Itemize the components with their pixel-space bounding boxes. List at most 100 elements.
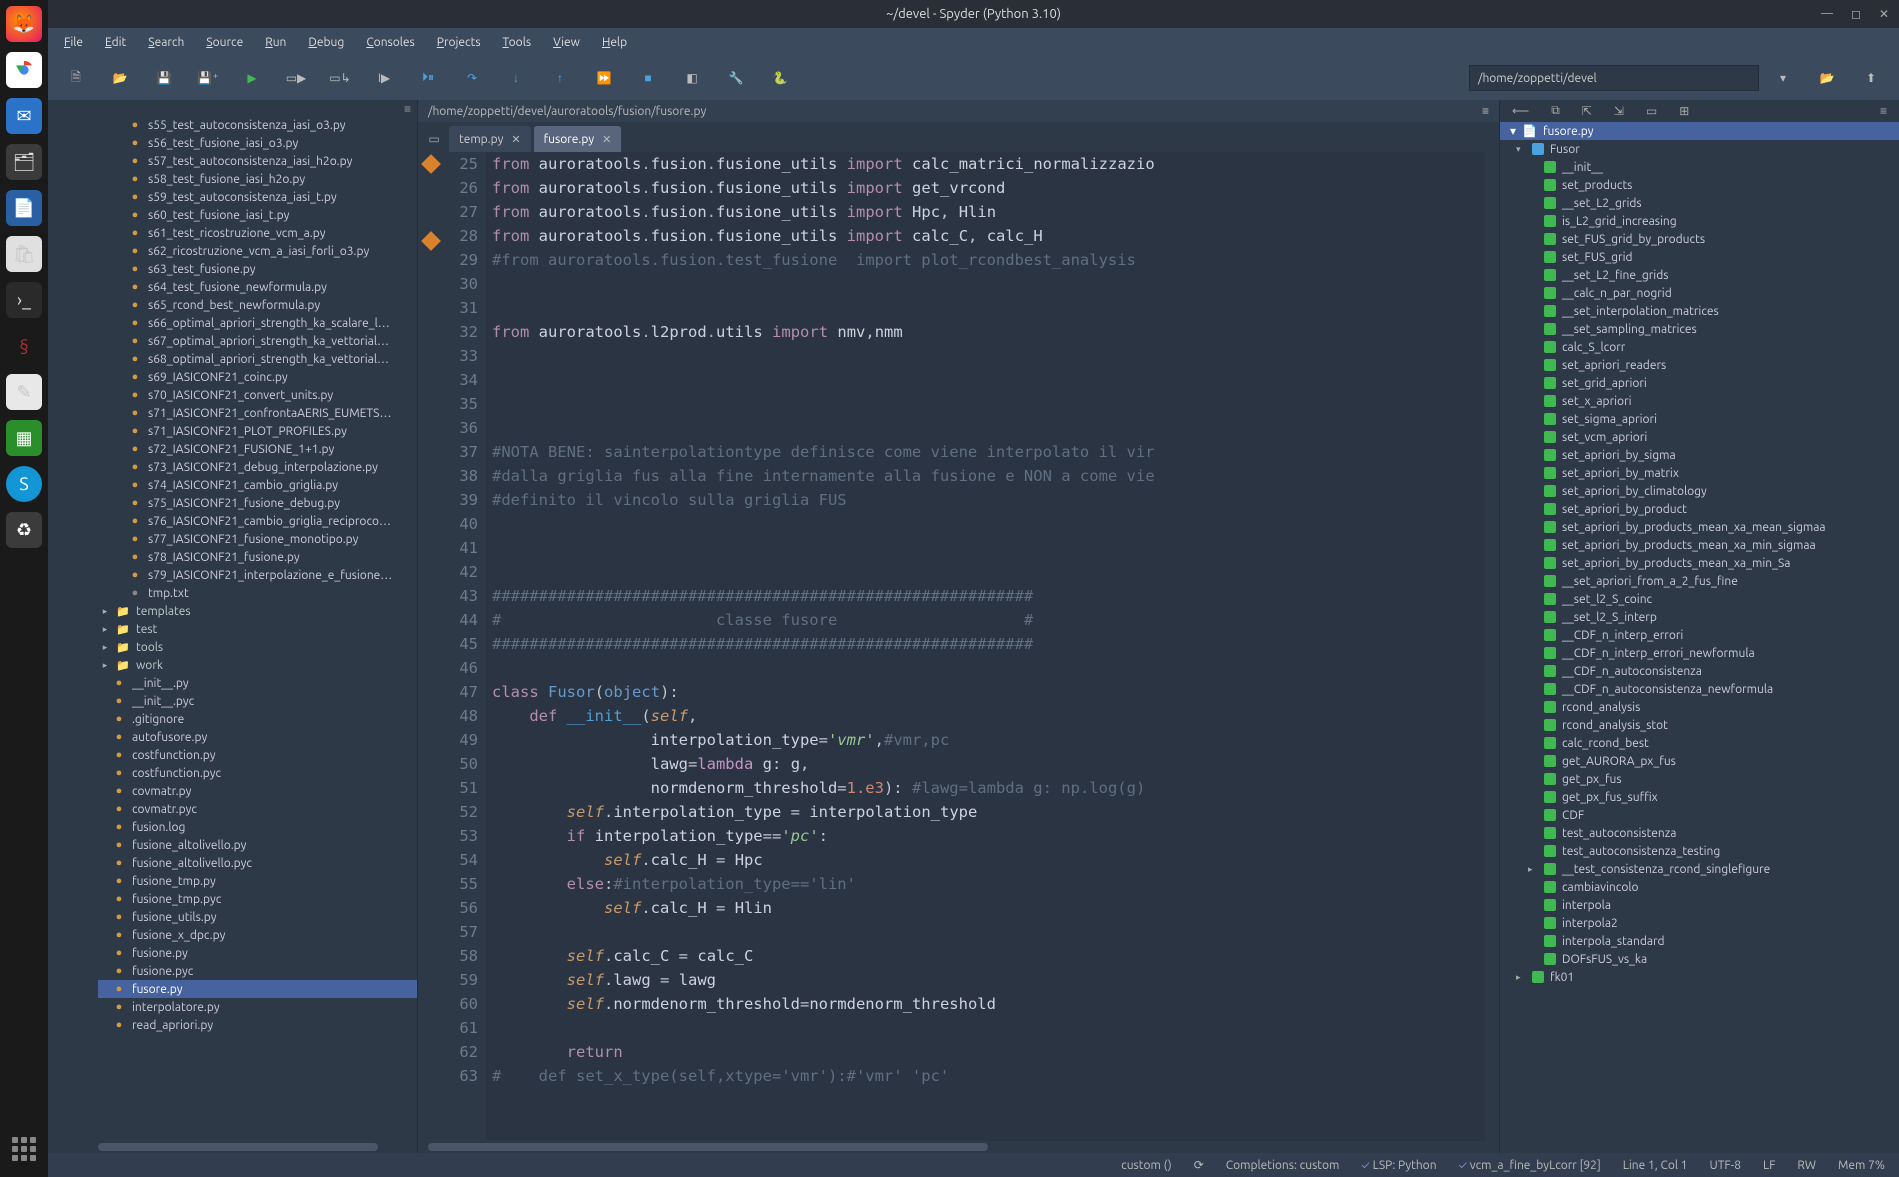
outline-method[interactable]: calc_rcond_best	[1500, 734, 1899, 752]
dock-firefox-icon[interactable]: 🦊	[6, 6, 42, 42]
outline-method[interactable]: set_sigma_apriori	[1500, 410, 1899, 428]
tree-file[interactable]: ●s77_IASICONF21_fusione_monotipo.py	[98, 530, 417, 548]
menu-projects[interactable]: Projects	[427, 32, 491, 53]
tree-file[interactable]: ●fusore.py	[98, 980, 417, 998]
tree-file[interactable]: ●covmatr.py	[98, 782, 417, 800]
window-close-icon[interactable]: ✕	[1879, 7, 1889, 21]
outline-method[interactable]: cambiavincolo	[1500, 878, 1899, 896]
menu-debug[interactable]: Debug	[298, 32, 354, 53]
run-cell-advance-icon[interactable]: ▭↳	[320, 62, 360, 94]
outline-class[interactable]: ▾Fusor	[1500, 140, 1899, 158]
tree-file[interactable]: ●s75_IASICONF21_fusione_debug.py	[98, 494, 417, 512]
dock-apps-grid-icon[interactable]	[6, 1131, 42, 1167]
file-tree-hscroll[interactable]	[48, 1141, 417, 1153]
tab-browse-icon[interactable]: ▭	[422, 126, 446, 152]
outline-method[interactable]: CDF	[1500, 806, 1899, 824]
cwd-dropdown-icon[interactable]: ▾	[1763, 62, 1803, 94]
file-tree[interactable]: ●s55_test_autoconsistenza_iasi_o3.py●s56…	[48, 116, 417, 1141]
outline-add-icon[interactable]: ⊞	[1679, 104, 1689, 118]
tree-file[interactable]: ●s67_optimal_apriori_strength_ka_vettori…	[98, 332, 417, 350]
status-custom[interactable]: custom ()	[1121, 1159, 1172, 1172]
tree-folder[interactable]: ▸📁tools	[98, 638, 417, 656]
tree-file[interactable]: ●__init__.pyc	[98, 692, 417, 710]
dock-trash-icon[interactable]: ♻	[6, 512, 42, 548]
tree-file[interactable]: ●s68_optimal_apriori_strength_ka_vettori…	[98, 350, 417, 368]
window-minimize-icon[interactable]: —	[1821, 7, 1833, 21]
outline-method[interactable]: __CDF_n_interp_errori	[1500, 626, 1899, 644]
outline-method[interactable]: set_apriori_by_sigma	[1500, 446, 1899, 464]
menu-source[interactable]: Source	[196, 32, 253, 53]
dock-thunderbird-icon[interactable]: ✉	[6, 98, 42, 134]
menu-tools[interactable]: Tools	[493, 32, 542, 53]
dock-chrome-icon[interactable]	[6, 52, 42, 88]
tree-file[interactable]: ●s64_test_fusione_newformula.py	[98, 278, 417, 296]
tree-file[interactable]: ●fusione_utils.py	[98, 908, 417, 926]
outline-method[interactable]: interpola	[1500, 896, 1899, 914]
browse-cwd-icon[interactable]: 📂	[1807, 62, 1847, 94]
tree-file[interactable]: ●costfunction.py	[98, 746, 417, 764]
outline-method[interactable]: set_FUS_grid	[1500, 248, 1899, 266]
outline-method[interactable]: __set_apriori_from_a_2_fus_fine	[1500, 572, 1899, 590]
tree-file[interactable]: ●interpolatore.py	[98, 998, 417, 1016]
menu-consoles[interactable]: Consoles	[356, 32, 424, 53]
tab-close-icon[interactable]: ✕	[511, 133, 520, 146]
save-all-icon[interactable]: 💾⁺	[188, 62, 228, 94]
pane-menu-icon[interactable]: ≡	[1482, 104, 1489, 118]
menu-search[interactable]: Search	[138, 32, 194, 53]
step-out-icon[interactable]: ↑	[540, 62, 580, 94]
outline-method[interactable]: __set_L2_grids	[1500, 194, 1899, 212]
run-icon[interactable]: ▶	[232, 62, 272, 94]
status-kernel[interactable]: vcm_a_fine_byLcorr [92]	[1470, 1159, 1601, 1172]
outline-method[interactable]: set_vcm_apriori	[1500, 428, 1899, 446]
menu-help[interactable]: Help	[592, 32, 637, 53]
status-encoding[interactable]: UTF-8	[1710, 1159, 1741, 1172]
outline-method[interactable]: __CDF_n_autoconsistenza_newformula	[1500, 680, 1899, 698]
tree-file[interactable]: ●fusione_tmp.py	[98, 872, 417, 890]
outline-method[interactable]: __CDF_n_interp_errori_newformula	[1500, 644, 1899, 662]
outline-method[interactable]: ▸__test_consistenza_rcond_singlefigure	[1500, 860, 1899, 878]
tree-folder[interactable]: ▸📁test	[98, 620, 417, 638]
tree-file[interactable]: ●__init__.py	[98, 674, 417, 692]
python-path-icon[interactable]: 🐍	[760, 62, 800, 94]
outline-method[interactable]: __set_interpolation_matrices	[1500, 302, 1899, 320]
tree-file[interactable]: ●s57_test_autoconsistenza_iasi_h2o.py	[98, 152, 417, 170]
status-completions[interactable]: Completions: custom	[1226, 1159, 1340, 1172]
parent-dir-icon[interactable]: ⬆	[1851, 62, 1891, 94]
tree-folder[interactable]: ▸📁templates	[98, 602, 417, 620]
outline-method[interactable]: __set_sampling_matrices	[1500, 320, 1899, 338]
continue-icon[interactable]: ⏩	[584, 62, 624, 94]
tree-file[interactable]: ●fusione_x_dpc.py	[98, 926, 417, 944]
tree-file[interactable]: ●fusione_tmp.pyc	[98, 890, 417, 908]
outline-function[interactable]: ▸fk01	[1500, 968, 1899, 986]
status-sync-icon[interactable]: ⟳	[1194, 1158, 1204, 1172]
menu-run[interactable]: Run	[255, 32, 296, 53]
outline-method[interactable]: __set_l2_S_coinc	[1500, 590, 1899, 608]
tree-file[interactable]: ●s59_test_autoconsistenza_iasi_t.py	[98, 188, 417, 206]
tree-file[interactable]: ●s71_IASICONF21_confrontaAERIS_EUMETS…	[98, 404, 417, 422]
editor-tab[interactable]: temp.py✕	[449, 126, 531, 152]
tree-file[interactable]: ●.gitignore	[98, 710, 417, 728]
tree-file[interactable]: ●fusione_altolivello.py	[98, 836, 417, 854]
tree-file[interactable]: ●s66_optimal_apriori_strength_ka_scalare…	[98, 314, 417, 332]
dock-terminal-icon[interactable]: ›_	[6, 282, 42, 318]
pane-menu-icon[interactable]: ≡	[1880, 104, 1887, 118]
code-minimap[interactable]	[1485, 152, 1499, 1141]
step-over-icon[interactable]: ↷	[452, 62, 492, 94]
outline-root[interactable]: ▾📄fusore.py	[1500, 122, 1899, 140]
status-lsp[interactable]: LSP: Python	[1373, 1159, 1437, 1172]
outline-method[interactable]: get_px_fus	[1500, 770, 1899, 788]
outline-method[interactable]: set_apriori_by_products_mean_xa_min_Sa	[1500, 554, 1899, 572]
tree-file[interactable]: ●costfunction.pyc	[98, 764, 417, 782]
tree-file[interactable]: ●fusion.log	[98, 818, 417, 836]
tree-file[interactable]: ●s69_IASICONF21_coinc.py	[98, 368, 417, 386]
tree-file[interactable]: ●covmatr.pyc	[98, 800, 417, 818]
dock-skype-icon[interactable]: S	[6, 466, 42, 502]
tree-file[interactable]: ●s65_rcond_best_newformula.py	[98, 296, 417, 314]
outline-method[interactable]: set_apriori_by_product	[1500, 500, 1899, 518]
tree-file[interactable]: ●fusione.py	[98, 944, 417, 962]
debug-icon[interactable]: ⏵⏸	[408, 62, 448, 94]
outline-method[interactable]: __calc_n_par_nogrid	[1500, 284, 1899, 302]
outline-restore-icon[interactable]: ▭	[1646, 104, 1657, 118]
outline-method[interactable]: set_apriori_readers	[1500, 356, 1899, 374]
layout-icon[interactable]: ◧	[672, 62, 712, 94]
